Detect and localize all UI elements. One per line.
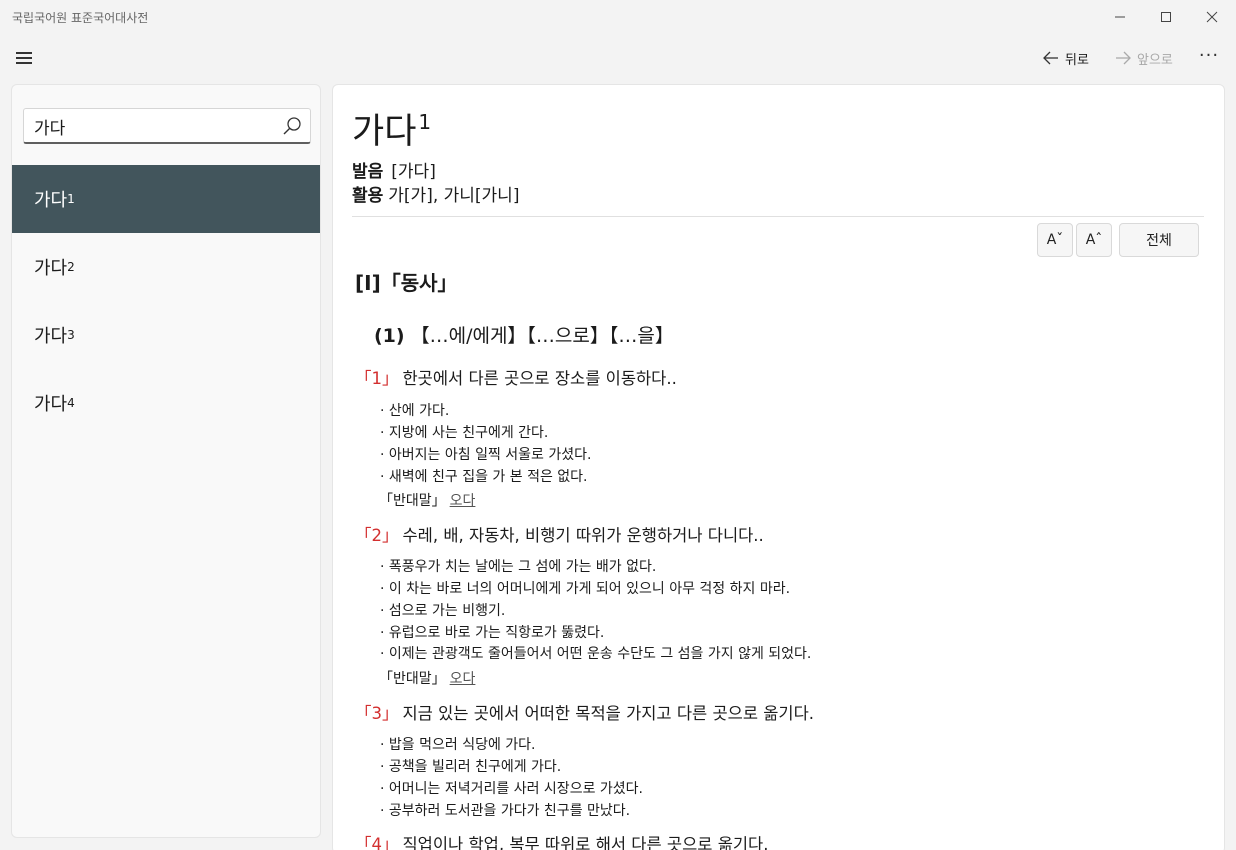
result-item[interactable]: 가다 4 [12,369,320,437]
result-word: 가다 [34,258,68,279]
result-word: 가다 [34,394,68,415]
pronunciation-value: [가다] [391,162,436,182]
example-sentence: · 이 차는 바로 너의 어머니에게 가게 되어 있으니 아무 걱정 하지 마라… [380,581,791,597]
sense-definition: 「3」 지금 있는 곳에서 어떠한 목적을 가지고 다른 곳으로 옮기다. [355,700,814,724]
example-sentence: · 섬으로 가는 비행기. [380,603,506,619]
example-sentence: · 공책을 빌리러 친구에게 가다. [380,759,562,775]
example-sentence: · 공부하러 도서관을 가다가 친구를 만났다. [380,803,631,819]
antonym-line: 「반대말」 오다 [379,668,475,688]
maximize-icon [1161,11,1171,22]
sense-number: 「3」 [355,704,399,723]
example-sentence: · 폭풍우가 치는 날에는 그 섬에 가는 배가 없다. [380,559,657,575]
menu-button[interactable] [15,50,35,66]
sense-definition: 「2」 수레, 배, 자동차, 비행기 따위가 운행하거나 다니다.. [355,522,764,546]
pronunciation-line: 발음 [가다] [352,157,436,182]
forward-label: 앞으로 [1137,52,1173,68]
part-of-speech-heading: [Ⅰ]「동사」 [355,271,458,295]
example-sentence: · 새벽에 친구 집을 가 본 적은 없다. [380,469,588,485]
result-homonym-number: 1 [67,192,75,206]
sense-definition: 「1」 한곳에서 다른 곳으로 장소를 이동하다.. [355,365,677,389]
sense-text: 수레, 배, 자동차, 비행기 따위가 운행하거나 다니다.. [402,526,764,545]
sense-number: 「2」 [355,526,399,545]
result-homonym-number: 4 [67,396,75,410]
search-icon[interactable] [282,116,302,136]
close-icon [1206,11,1218,22]
headword-text: 가다 [352,112,417,152]
entry-panel: 가다 1 발음 [가다] 활용 가[가], 가니[가니] Aˇ Aˆ 전체 [Ⅰ]「동… [332,84,1225,850]
hamburger-icon [16,52,32,54]
results-list: 가다 1 가다 2 가다 3 가다 4 [12,165,320,437]
result-item[interactable]: 가다 2 [12,233,320,301]
pronunciation-label: 발음 [352,162,384,182]
result-homonym-number: 3 [67,328,75,342]
example-sentence: · 이제는 관광객도 줄어들어서 어떤 운송 수단도 그 섬을 가지 않게 되었… [380,646,812,662]
sense-definition: 「4」 직업이나 학업, 복무 따위로 해서 다른 곳으로 옮기다. [355,831,768,850]
app-toolbar: 뒤로 앞으로 ··· [0,40,1236,76]
sense-text: 직업이나 학업, 복무 따위로 해서 다른 곳으로 옮기다. [402,835,769,850]
pattern-number: (1) [374,325,405,347]
sidebar: 가다1 가다2 가다3 가다4 [11,84,321,838]
entry-headword: 가다 1 [352,103,431,154]
search-input[interactable] [34,115,274,137]
result-item[interactable]: 가다 1 [12,165,320,233]
sense-text: 한곳에서 다른 곳으로 장소를 이동하다.. [402,369,677,388]
headword-homonym-number: 1 [418,110,432,134]
arrow-left-icon [1043,51,1058,65]
maximize-button[interactable] [1143,0,1189,33]
antonym-label: 「반대말」 [379,493,446,509]
forward-button[interactable]: 앞으로 [1115,48,1173,68]
font-increase-button[interactable]: Aˆ [1076,223,1112,257]
header-divider [352,216,1204,217]
expand-all-button[interactable]: 전체 [1119,223,1199,257]
app-title: 국립국어원 표준국어대사전 [12,11,149,25]
antonym-label: 「반대말」 [379,671,446,687]
sense-number: 「4」 [355,835,399,850]
example-sentence: · 지방에 사는 친구에게 간다. [380,425,549,441]
back-button[interactable]: 뒤로 [1043,48,1089,68]
result-item[interactable]: 가다 3 [12,301,320,369]
antonym-line: 「반대말」 오다 [379,490,475,510]
result-word: 가다 [34,190,68,211]
hamburger-icon-line [16,62,32,64]
result-word: 가다 [34,326,68,347]
pattern-text: 【…에/에게】【…으로】【…을】 [410,325,674,347]
sense-number: 「1」 [355,369,399,388]
more-options-button[interactable]: ··· [1196,47,1222,69]
result-homonym-number: 2 [67,260,75,274]
inflection-line: 활용 가[가], 가니[가니] [352,181,519,206]
minimize-button[interactable] [1097,0,1143,33]
antonym-link[interactable]: 오다 [450,671,476,687]
inflection-value: 가[가], 가니[가니] [388,186,520,206]
font-decrease-button[interactable]: Aˇ [1037,223,1073,257]
inflection-label: 활용 [352,186,384,206]
title-bar: 국립국어원 표준국어대사전 [0,0,1236,33]
sentence-pattern: (1) 【…에/에게】【…으로】【…을】 [374,321,674,348]
minimize-icon [1115,16,1125,17]
back-label: 뒤로 [1065,52,1089,68]
arrow-right-icon [1116,51,1131,65]
example-sentence: · 아버지는 아침 일찍 서울로 가셨다. [380,447,592,463]
antonym-link[interactable]: 오다 [450,493,476,509]
sense-text: 지금 있는 곳에서 어떠한 목적을 가지고 다른 곳으로 옮기다. [402,704,815,723]
example-sentence: · 밥을 먹으러 식당에 가다. [380,737,536,753]
example-sentence: · 어머니는 저녁거리를 사러 시장으로 가셨다. [380,781,643,797]
hamburger-icon-line [16,57,32,59]
example-sentence: · 유럽으로 바로 가는 직항로가 뚫렸다. [380,625,605,641]
example-sentence: · 산에 가다. [380,403,450,419]
close-button[interactable] [1189,0,1235,33]
search-box [23,108,311,144]
